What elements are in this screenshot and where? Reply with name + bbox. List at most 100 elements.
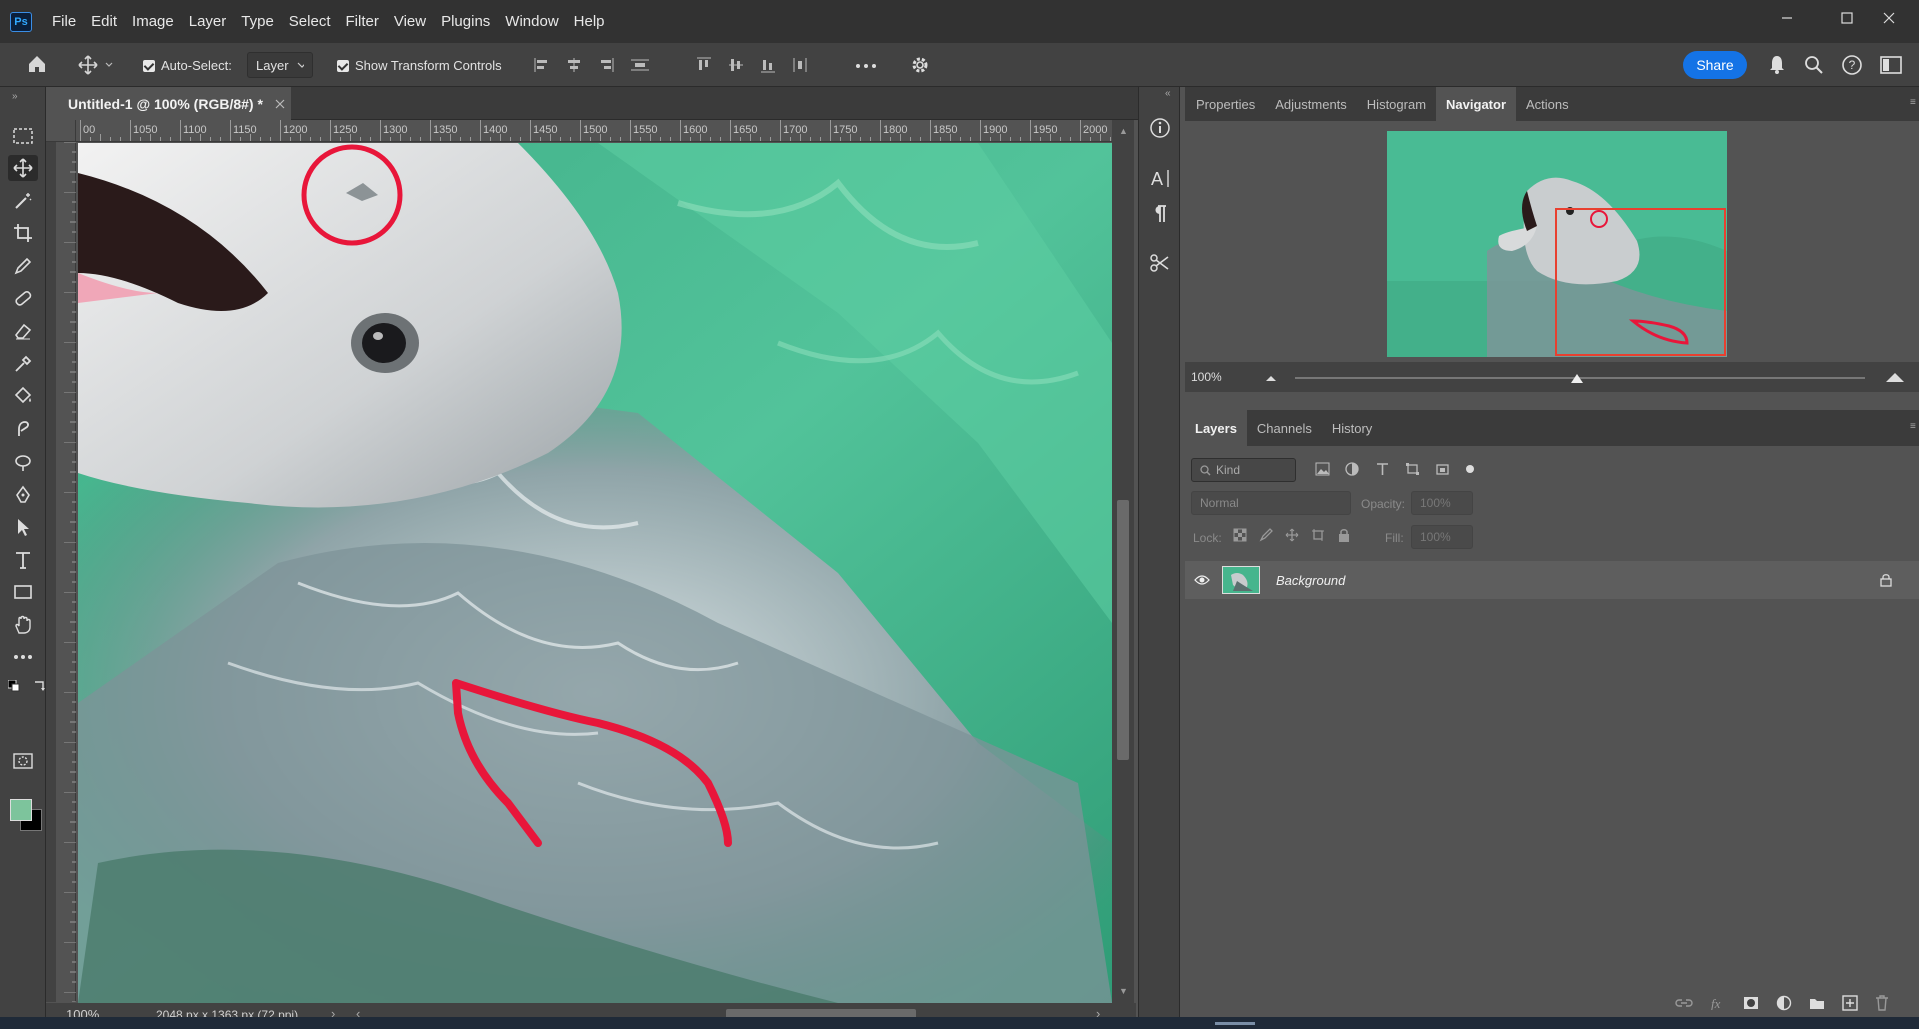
collapse-toolbar-icon[interactable]: » <box>12 91 18 102</box>
workspace-icon[interactable] <box>1880 55 1902 75</box>
tool-presets-button[interactable] <box>1149 252 1171 274</box>
auto-select-checkbox[interactable] <box>143 59 155 72</box>
opacity-field[interactable]: 100% <box>1411 491 1473 515</box>
lock-all-icon[interactable] <box>1337 528 1351 542</box>
dodge-tool[interactable] <box>8 449 38 475</box>
info-panel-button[interactable] <box>1149 117 1171 139</box>
menu-edit[interactable]: Edit <box>85 13 123 30</box>
align-top-icon[interactable] <box>695 56 713 74</box>
swap-colors-icon[interactable] <box>32 679 46 693</box>
show-transform-checkbox[interactable] <box>337 59 349 72</box>
settings-button[interactable] <box>910 55 930 75</box>
close-window-button[interactable] <box>1859 0 1919 36</box>
align-center-icon[interactable] <box>565 56 583 74</box>
fill-field[interactable]: 100% <box>1411 525 1473 549</box>
new-adjustment-layer-icon[interactable] <box>1776 995 1792 1011</box>
vertical-scrollbar[interactable]: ▲ ▼ <box>1112 120 1134 1003</box>
align-right-icon[interactable] <box>597 56 615 74</box>
move-tool-preset-button[interactable] <box>78 55 114 75</box>
tab-histogram[interactable]: Histogram <box>1357 87 1436 121</box>
search-icon[interactable] <box>1804 55 1824 75</box>
default-colors-icon[interactable] <box>8 680 20 692</box>
share-button[interactable]: Share <box>1683 51 1747 79</box>
menu-image[interactable]: Image <box>126 13 180 30</box>
close-tab-icon[interactable] <box>275 99 285 109</box>
tab-history[interactable]: History <box>1322 410 1382 446</box>
rectangle-tool[interactable] <box>8 579 38 605</box>
menu-file[interactable]: File <box>46 13 82 30</box>
scroll-up-icon[interactable]: ▲ <box>1119 126 1128 136</box>
trash-icon[interactable] <box>1875 995 1889 1011</box>
filter-pixel-icon[interactable] <box>1315 462 1330 476</box>
scroll-down-icon[interactable]: ▼ <box>1119 986 1128 996</box>
tab-actions[interactable]: Actions <box>1516 87 1579 121</box>
align-bottom-icon[interactable] <box>759 56 777 74</box>
menu-window[interactable]: Window <box>499 13 564 30</box>
align-left-icon[interactable] <box>533 56 551 74</box>
filter-smart-object-icon[interactable] <box>1435 462 1450 476</box>
navigator-thumbnail[interactable] <box>1387 131 1727 357</box>
layer-filter-dropdown[interactable]: Kind <box>1191 458 1296 482</box>
eyedropper-tool[interactable] <box>8 351 38 377</box>
tab-navigator[interactable]: Navigator <box>1436 87 1517 121</box>
zoom-out-icon[interactable] <box>1265 374 1277 382</box>
minimize-button[interactable] <box>1757 0 1817 36</box>
smudge-tool[interactable] <box>8 416 38 442</box>
distribute-vertical-icon[interactable] <box>629 56 651 74</box>
filter-toggle-icon[interactable] <box>1465 464 1475 474</box>
character-panel-button[interactable]: A <box>1149 167 1171 189</box>
foreground-color-swatch[interactable] <box>10 799 32 821</box>
lock-artboard-icon[interactable] <box>1311 528 1325 542</box>
distribute-horizontal-icon[interactable] <box>791 56 809 74</box>
zoom-in-icon[interactable] <box>1885 371 1905 383</box>
menu-type[interactable]: Type <box>235 13 280 30</box>
move-tool[interactable] <box>8 155 38 181</box>
healing-brush-tool[interactable] <box>8 285 38 311</box>
more-options-button[interactable] <box>855 63 877 69</box>
add-mask-icon[interactable] <box>1743 996 1759 1010</box>
paint-bucket-tool[interactable] <box>8 383 38 409</box>
type-tool[interactable] <box>8 547 38 573</box>
filter-adjustment-icon[interactable] <box>1345 462 1360 476</box>
menu-help[interactable]: Help <box>568 13 611 30</box>
ruler-origin[interactable] <box>46 120 76 142</box>
path-selection-tool[interactable] <box>8 514 38 540</box>
link-layers-icon[interactable] <box>1675 996 1693 1010</box>
filter-shape-icon[interactable] <box>1405 462 1420 476</box>
document-canvas[interactable] <box>78 143 1112 1003</box>
layer-effects-icon[interactable]: fx <box>1710 996 1726 1010</box>
bell-icon[interactable] <box>1767 54 1787 76</box>
lock-pixels-icon[interactable] <box>1259 528 1273 542</box>
menu-plugins[interactable]: Plugins <box>435 13 496 30</box>
help-icon[interactable]: ? <box>1841 54 1863 76</box>
blend-mode-dropdown[interactable]: Normal <box>1191 491 1351 515</box>
lock-position-icon[interactable] <box>1285 528 1299 542</box>
navigator-zoom-field[interactable]: 100% <box>1191 370 1222 384</box>
lock-transparent-icon[interactable] <box>1233 528 1247 542</box>
paragraph-panel-button[interactable] <box>1149 203 1171 225</box>
zoom-slider-handle[interactable] <box>1570 372 1584 384</box>
align-middle-icon[interactable] <box>727 56 745 74</box>
vertical-scroll-thumb[interactable] <box>1117 500 1129 760</box>
brush-tool[interactable] <box>8 253 38 279</box>
home-button[interactable] <box>26 53 48 75</box>
panel-menu-icon[interactable]: ≡ <box>1910 97 1916 108</box>
marquee-tool[interactable] <box>8 123 38 149</box>
tab-layers[interactable]: Layers <box>1185 410 1247 446</box>
document-tab[interactable]: Untitled-1 @ 100% (RGB/8#) * <box>46 87 291 120</box>
visibility-eye-icon[interactable] <box>1194 574 1210 586</box>
more-tools-button[interactable] <box>8 644 38 670</box>
quick-mask-button[interactable] <box>8 748 38 774</box>
menu-filter[interactable]: Filter <box>340 13 385 30</box>
pen-tool[interactable] <box>8 482 38 508</box>
magic-wand-tool[interactable] <box>8 188 38 214</box>
collapse-dock-icon[interactable]: « <box>1165 88 1171 99</box>
hand-tool[interactable] <box>8 612 38 638</box>
auto-select-dropdown[interactable]: Layer <box>247 52 313 78</box>
menu-view[interactable]: View <box>388 13 432 30</box>
layers-menu-icon[interactable]: ≡ <box>1910 421 1916 432</box>
eraser-tool[interactable] <box>8 318 38 344</box>
new-group-icon[interactable] <box>1809 996 1825 1010</box>
tab-channels[interactable]: Channels <box>1247 410 1322 446</box>
new-layer-icon[interactable] <box>1842 995 1858 1011</box>
